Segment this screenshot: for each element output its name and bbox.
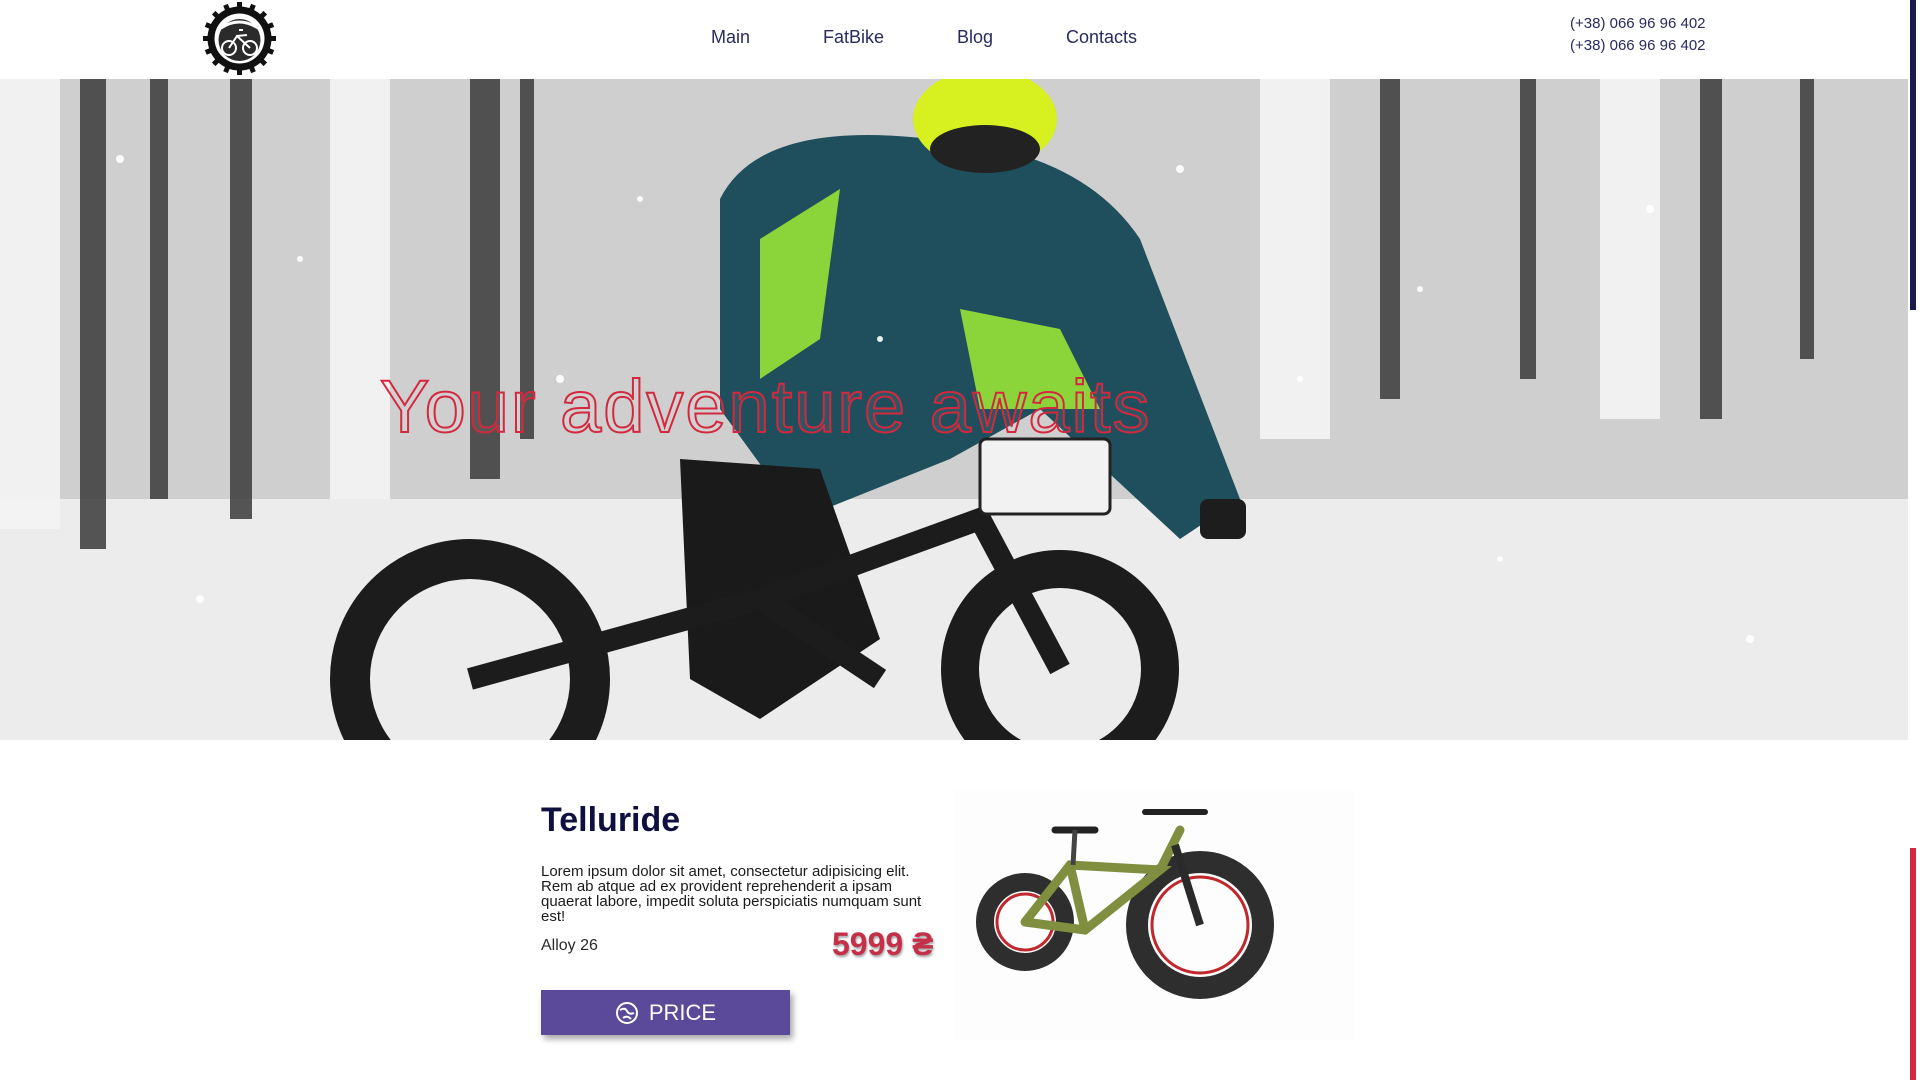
nav-item-fatbike[interactable]: FatBike <box>823 27 884 48</box>
product-card: Telluride Lorem ipsum dolor sit amet, co… <box>0 740 1908 1080</box>
hero-banner: Your adventure awaits <box>0 79 1908 740</box>
product-title: Telluride <box>541 801 681 839</box>
globe-icon <box>615 1001 639 1025</box>
header: Main FatBike Blog Contacts (+38) 066 96 … <box>0 0 1908 79</box>
hero-title: Your adventure awaits <box>379 364 1152 449</box>
phone-number[interactable]: (+38) 066 96 96 402 <box>1570 13 1720 35</box>
nav-item-contacts[interactable]: Contacts <box>1066 27 1137 48</box>
product-material: Alloy 26 <box>541 937 598 954</box>
phone-list: (+38) 066 96 96 402 (+38) 066 96 96 402 <box>1570 13 1720 57</box>
page: Main FatBike Blog Contacts (+38) 066 96 … <box>0 0 1920 1080</box>
product-image <box>955 790 1355 1040</box>
phone-number[interactable]: (+38) 066 96 96 402 <box>1570 35 1720 57</box>
price-button-label: PRICE <box>648 999 717 1025</box>
nav-item-main[interactable]: Main <box>711 27 750 48</box>
nav-item-blog[interactable]: Blog <box>957 27 993 48</box>
product-price: 5999 ₴ <box>832 926 934 962</box>
price-button[interactable]: PRICE <box>541 990 790 1035</box>
scrollbar-thumb[interactable] <box>1910 848 1916 1080</box>
scrollbar-segment <box>1910 0 1916 310</box>
product-description: Lorem ipsum dolor sit amet, consectetur … <box>541 863 922 925</box>
